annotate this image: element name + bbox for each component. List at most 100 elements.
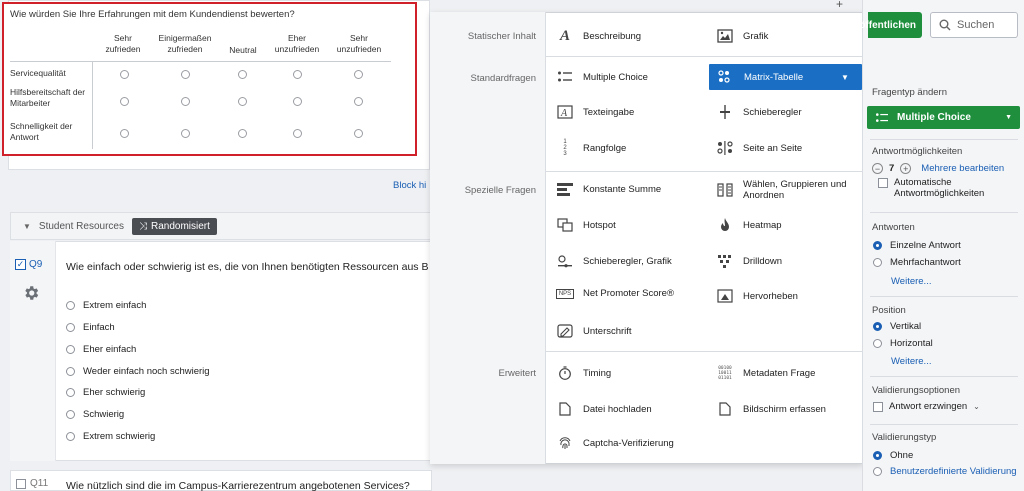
category-static: Statischer Inhalt xyxy=(467,31,536,42)
type-description[interactable]: A Beschreibung xyxy=(556,28,641,44)
preview-radio-button xyxy=(120,97,129,106)
type-label: Konstante Summe xyxy=(583,183,662,195)
type-captcha[interactable]: Captcha-Verifizierung xyxy=(556,435,674,451)
vertical-option[interactable]: Vertikal xyxy=(873,321,921,332)
type-side-by-side[interactable]: Seite an Seite xyxy=(716,140,802,156)
plus-icon[interactable]: + xyxy=(900,163,912,174)
radio-button[interactable] xyxy=(873,258,882,267)
more-link[interactable]: Weitere... xyxy=(891,276,931,287)
custom-validation-option[interactable]: Benutzerdefinierte Validierung xyxy=(873,466,1018,477)
question-text[interactable]: Wie nützlich sind die im Campus-Karriere… xyxy=(66,480,428,491)
radio-button[interactable] xyxy=(66,301,75,310)
radio-button-selected[interactable] xyxy=(873,241,882,250)
randomized-badge[interactable]: ⤨ Randomisiert xyxy=(131,217,217,235)
hot-spot-icon xyxy=(556,217,574,233)
option-label: Schwierig xyxy=(83,409,125,420)
answer-option[interactable]: Schwierig xyxy=(66,409,124,420)
type-screen-capture[interactable]: Bildschirm erfassen xyxy=(716,401,826,417)
type-label: Wählen, Gruppieren und Anordnen xyxy=(743,179,847,201)
type-graphic-slider[interactable]: Schieberegler, Grafik xyxy=(556,253,672,269)
radio-button[interactable] xyxy=(66,367,75,376)
type-rank-order[interactable]: 123 Rangfolge xyxy=(556,139,626,157)
answer-option[interactable]: Extrem schwierig xyxy=(66,431,155,442)
type-highlight[interactable]: Hervorheben xyxy=(716,288,798,304)
type-constant-sum[interactable]: Konstante Summe xyxy=(556,181,661,197)
matrix-icon xyxy=(717,69,735,85)
type-meta-info[interactable]: 00100 10011 01101 Metadaten Frage xyxy=(716,365,815,381)
type-graphic[interactable]: Grafik xyxy=(716,28,768,44)
type-pick-group-rank[interactable]: Wählen, Gruppieren und Anordnen xyxy=(716,179,858,201)
search-button[interactable]: Suchen xyxy=(930,12,1018,38)
type-heat-map[interactable]: Heatmap xyxy=(716,217,782,233)
collapse-triangle-icon[interactable]: ▼ xyxy=(23,222,31,231)
force-answer-option[interactable]: Antwort erzwingen ⌄ xyxy=(873,401,980,412)
q11-select[interactable]: Q11 xyxy=(16,478,48,489)
preview-radio-button xyxy=(238,129,247,138)
radio-button[interactable] xyxy=(66,410,75,419)
option-label: Einfach xyxy=(83,322,115,333)
chevron-down-icon[interactable]: ⌄ xyxy=(973,402,980,411)
radio-button[interactable] xyxy=(66,323,75,332)
none-option[interactable]: Ohne xyxy=(873,450,913,461)
gear-icon[interactable] xyxy=(22,284,40,305)
minus-icon[interactable]: − xyxy=(872,163,883,174)
horizontal-option[interactable]: Horizontal xyxy=(873,338,933,349)
type-text-entry[interactable]: A Texteingabe xyxy=(556,104,634,120)
checkbox[interactable] xyxy=(873,401,883,412)
single-answer-option[interactable]: Einzelne Antwort xyxy=(873,240,961,251)
checkbox[interactable] xyxy=(878,178,888,188)
type-label: Multiple Choice xyxy=(583,71,648,83)
type-multiple-choice[interactable]: Multiple Choice xyxy=(556,69,648,85)
type-net-promoter-score[interactable]: NPS Net Promoter Score® xyxy=(556,288,674,299)
auto-choices-label: Automatische Antwortmöglichkeiten xyxy=(894,177,985,199)
multiple-answer-option[interactable]: Mehrfachantwort xyxy=(873,257,961,268)
radio-button[interactable] xyxy=(873,339,882,348)
answers-label: Antworten xyxy=(872,222,915,233)
radio-button[interactable] xyxy=(66,345,75,354)
radio-button-selected[interactable] xyxy=(873,322,882,331)
block-link[interactable]: Block hi xyxy=(393,180,426,191)
svg-text:A: A xyxy=(560,108,568,119)
option-label: Extrem schwierig xyxy=(83,431,156,442)
type-signature[interactable]: Unterschrift xyxy=(556,323,632,339)
type-matrix-table[interactable]: Matrix-Tabelle ▼ xyxy=(709,64,862,90)
question-type-dropdown[interactable]: Multiple Choice ▼ xyxy=(867,106,1020,129)
edit-multiple-link[interactable]: Mehrere bearbeiten xyxy=(921,163,1004,174)
type-label: Timing xyxy=(583,367,612,379)
publish-button[interactable]: öffentlichen xyxy=(859,12,922,38)
category-standard: Standardfragen xyxy=(470,73,537,84)
drill-down-icon xyxy=(716,253,734,269)
type-timing[interactable]: Timing xyxy=(556,365,611,381)
block-title[interactable]: Student Resources xyxy=(39,221,124,232)
question-text[interactable]: Wie einfach oder schwierig ist es, die v… xyxy=(66,260,428,274)
radio-button[interactable] xyxy=(873,467,882,476)
preview-radio-button xyxy=(354,97,363,106)
preview-column-header: Einigermaßen zufrieden xyxy=(158,33,212,54)
answer-option[interactable]: Extrem einfach xyxy=(66,300,146,311)
type-drill-down[interactable]: Drilldown xyxy=(716,253,782,269)
multiple-choice-icon xyxy=(556,69,574,85)
question-number: Q9 xyxy=(29,259,43,270)
question-type-label: Fragentyp ändern xyxy=(872,87,947,98)
plus-icon[interactable]: + xyxy=(836,0,843,11)
radio-button-selected[interactable] xyxy=(873,451,882,460)
more-link[interactable]: Weitere... xyxy=(891,356,931,367)
answer-option[interactable]: Weder einfach noch schwierig xyxy=(66,366,210,377)
block-header: ▼ Student Resources ⤨ Randomisiert xyxy=(10,212,432,240)
q9-select[interactable]: ✓ Q9 xyxy=(15,259,42,270)
answer-option[interactable]: Eher einfach xyxy=(66,344,136,355)
type-hot-spot[interactable]: Hotspot xyxy=(556,217,616,233)
text-entry-icon: A xyxy=(556,104,574,120)
auto-choices-option[interactable]: Automatische Antwortmöglichkeiten xyxy=(878,177,1018,199)
caret-down-icon[interactable]: ▼ xyxy=(836,69,854,85)
checkbox[interactable] xyxy=(16,478,26,489)
radio-button[interactable] xyxy=(66,388,75,397)
checkbox-checked-icon[interactable]: ✓ xyxy=(15,259,26,270)
panel-divider xyxy=(546,171,863,172)
answer-option[interactable]: Einfach xyxy=(66,322,115,333)
answer-option[interactable]: Eher schwierig xyxy=(66,387,145,398)
radio-button[interactable] xyxy=(66,432,75,441)
type-file-upload[interactable]: Datei hochladen xyxy=(556,401,652,417)
type-slider[interactable]: Schieberegler xyxy=(716,104,802,120)
option-label: Eher schwierig xyxy=(83,387,146,398)
